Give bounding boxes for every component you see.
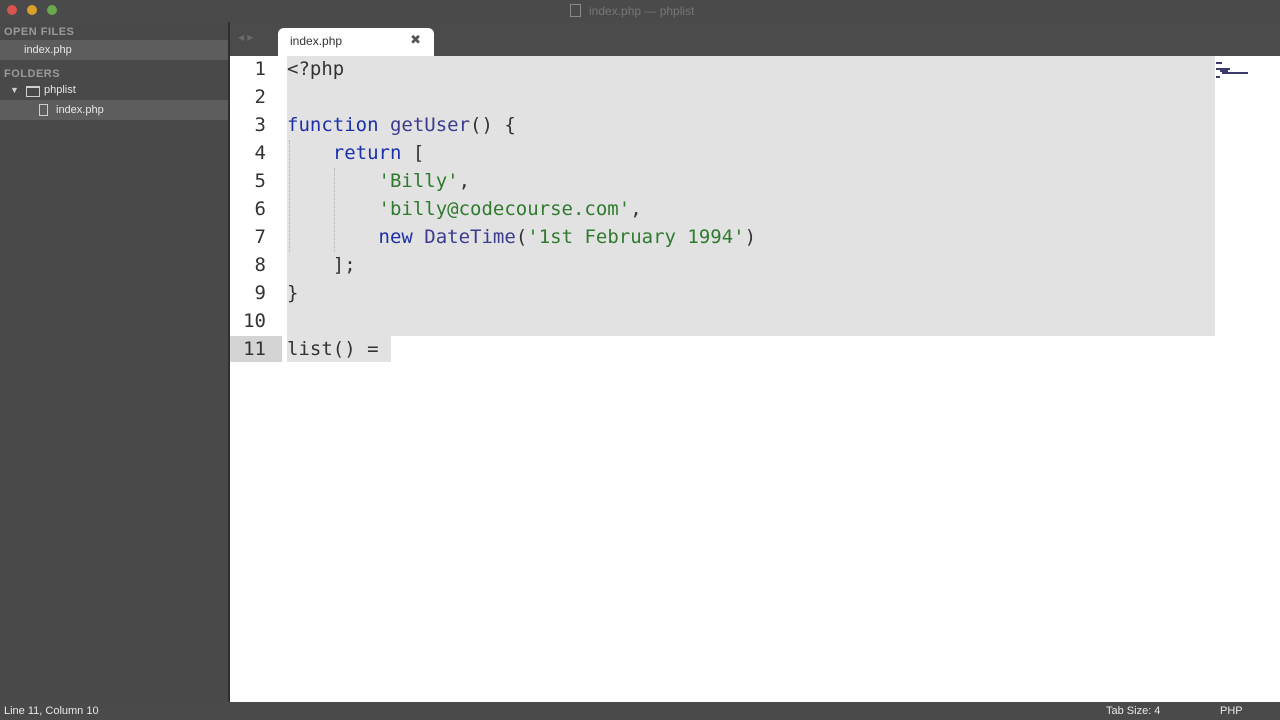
- folder-file-item[interactable]: index.php: [0, 100, 228, 120]
- syntax-selector[interactable]: PHP: [1220, 702, 1243, 720]
- window-title-text: index.php — phplist: [589, 4, 695, 18]
- line-number: 7: [254, 226, 266, 248]
- file-icon: [39, 104, 48, 116]
- keyword-return: return: [332, 142, 402, 164]
- code-line-11: list() =: [287, 335, 379, 363]
- close-tab-icon[interactable]: ✖: [410, 32, 421, 48]
- punctuation: (: [515, 226, 528, 248]
- minimize-window-button[interactable]: [27, 5, 37, 15]
- code-text: list() =: [287, 338, 379, 360]
- sidebar: OPEN FILES index.php FOLDERS ▼ phplist i…: [0, 22, 230, 702]
- code-line-1: <?php: [287, 55, 344, 83]
- punctuation: ];: [332, 254, 356, 276]
- folders-header: FOLDERS: [4, 68, 61, 80]
- tab-label: index.php: [290, 34, 343, 48]
- code-line-6: 'billy@codecourse.com',: [287, 195, 642, 223]
- string-literal: 'Billy': [378, 170, 459, 192]
- punctuation: [: [401, 142, 425, 164]
- line-number: 8: [254, 254, 266, 276]
- punctuation: ,: [458, 170, 471, 192]
- document-icon: [570, 4, 581, 17]
- line-number: 9: [254, 282, 266, 304]
- function-name: getUser: [389, 114, 471, 136]
- folder-label: phplist: [44, 84, 76, 96]
- punctuation: }: [287, 282, 299, 304]
- line-number: 1: [254, 58, 266, 80]
- php-open-tag: <?php: [287, 58, 345, 80]
- status-bar: Line 11, Column 10 Tab Size: 4 PHP: [0, 702, 1280, 720]
- keyword-new: new: [378, 226, 413, 248]
- window-title: index.php — phplist: [570, 4, 694, 18]
- line-number: 2: [254, 86, 266, 108]
- string-literal: 'billy@codecourse.com': [378, 198, 631, 220]
- folder-item-phplist[interactable]: ▼ phplist: [0, 80, 228, 100]
- code-line-5: 'Billy',: [287, 167, 471, 195]
- line-number: 3: [254, 114, 266, 136]
- cursor-position: Line 11, Column 10: [4, 705, 99, 717]
- open-file-label: index.php: [24, 44, 72, 56]
- tab-index-php[interactable]: index.php ✖: [278, 28, 434, 56]
- code-line-9: }: [287, 279, 298, 307]
- punctuation: ,: [630, 198, 642, 220]
- folder-file-label: index.php: [56, 104, 104, 116]
- tab-bar: ◂ ▸ index.php ✖: [230, 22, 1280, 56]
- code-line-3: function getUser() {: [287, 111, 516, 139]
- open-file-item[interactable]: index.php: [0, 40, 228, 60]
- keyword-function: function: [287, 114, 379, 136]
- close-window-button[interactable]: [7, 5, 17, 15]
- code-line-7: new DateTime('1st February 1994'): [287, 223, 757, 251]
- class-name: DateTime: [424, 226, 516, 248]
- punctuation: () {: [470, 114, 516, 136]
- minimap[interactable]: [1216, 60, 1250, 80]
- open-files-header: OPEN FILES: [4, 26, 75, 38]
- code-editor[interactable]: 1 2 3 4 5 6 7 8 9 10 11 <?php function g…: [230, 56, 1280, 702]
- tab-scroll-arrows-icon[interactable]: ◂ ▸: [238, 30, 253, 44]
- line-number: 10: [243, 310, 266, 332]
- title-bar: index.php — phplist: [0, 0, 1280, 22]
- code-line-4: return [: [287, 139, 425, 167]
- tab-size-selector[interactable]: Tab Size: 4: [1106, 702, 1160, 720]
- code-line-8: ];: [287, 251, 356, 279]
- string-literal: '1st February 1994': [527, 226, 745, 248]
- zoom-window-button[interactable]: [47, 5, 57, 15]
- folder-icon: [26, 86, 40, 97]
- line-number: 4: [254, 142, 266, 164]
- line-number-current: 11: [243, 338, 266, 360]
- line-number: 6: [254, 198, 266, 220]
- line-number: 5: [254, 170, 266, 192]
- chevron-down-icon[interactable]: ▼: [10, 80, 19, 100]
- punctuation: ): [744, 226, 757, 248]
